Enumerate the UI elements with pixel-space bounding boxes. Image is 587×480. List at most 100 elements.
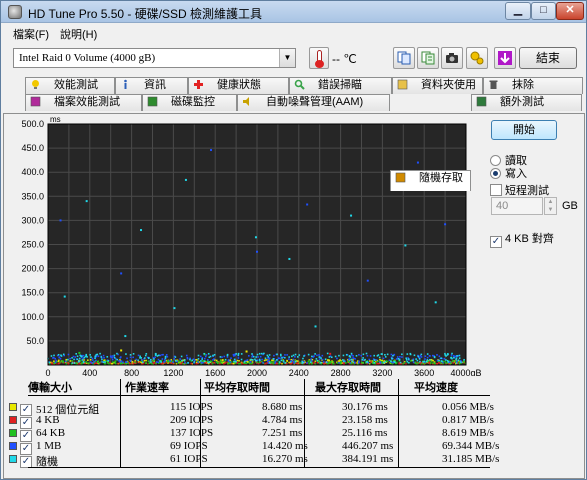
data-point [454,360,457,363]
copy-text-button[interactable] [417,47,439,69]
screenshot-button[interactable] [441,47,463,69]
data-point [381,353,383,355]
align-4kb-checkbox[interactable]: ✓ 4 KB 對齊 [490,230,554,248]
data-point-outlier [256,250,258,253]
data-point [203,360,206,363]
data-point [83,359,85,361]
short-test-check[interactable] [490,184,502,196]
title-bar[interactable]: HD Tune Pro 5.50 - 硬碟/SSD 檢測維護工具 ▁ □ ✕ [1,1,586,23]
data-point [116,358,118,361]
write-radio[interactable]: 寫入 [490,165,527,181]
data-point [436,362,439,365]
data-point [62,353,65,356]
data-point [311,355,313,358]
data-point [58,359,60,362]
exit-button[interactable]: 結束 [519,47,577,69]
data-point [143,357,146,359]
save-button[interactable] [494,47,516,69]
data-point [186,356,189,359]
data-point [240,358,243,361]
tab-magnifier[interactable]: 錯誤掃瞄 [289,77,392,94]
data-point [416,359,419,362]
data-point [266,360,269,362]
data-point [347,360,350,363]
random-access-icon [395,172,406,183]
data-point [358,354,360,356]
data-point [159,354,162,357]
data-point [288,358,290,360]
data-point [233,360,235,363]
data-point [202,361,204,364]
data-point-outlier [184,178,187,181]
data-point [126,357,128,360]
drive-select[interactable]: Intel Raid 0 Volume (4000 gB) ▼ [13,48,296,68]
data-point [111,356,113,359]
data-point [258,352,261,355]
data-point [67,358,69,361]
y-tick-label: 150.0 [21,288,44,298]
x-tick-label: 3600 [414,368,434,376]
data-point [166,355,169,358]
test-size-input[interactable]: 40 [491,197,543,215]
tab-trash[interactable]: 抹除 [483,77,583,94]
data-point-outlier [85,200,88,203]
data-point [342,359,344,361]
data-point [199,355,202,358]
tab-monitor[interactable]: 磁碟監控 [142,94,237,111]
tab-file-bench[interactable]: 檔案效能測試 [25,94,142,111]
data-point [95,359,97,362]
tab-info[interactable]: 資訊 [115,77,188,94]
data-point [407,358,410,360]
tab-bulb[interactable]: 效能測試 [25,77,115,94]
data-point [54,361,57,364]
data-point [89,354,91,356]
data-point [354,358,356,360]
data-point [132,356,135,359]
data-point [406,353,409,355]
data-point [336,357,338,360]
data-point [423,360,426,363]
short-test-checkbox[interactable]: 短程測試 [490,182,549,198]
test-size-spinner[interactable]: ▲ ▼ [544,197,557,215]
menu-file[interactable]: 檔案(F) [13,26,49,42]
minimize-button[interactable]: ▁ [505,2,531,20]
data-point [164,360,166,362]
data-point [399,355,401,358]
start-button[interactable]: 開始 [491,120,557,140]
maximize-button[interactable]: □ [531,2,556,20]
magnifier-icon [294,79,305,90]
data-point [143,359,146,362]
table-header: 傳輸大小 作業速率 平均存取時間 最大存取時間 平均速度 [28,379,490,394]
tab-grid[interactable]: 額外測試 [471,94,582,111]
window-title: HD Tune Pro 5.50 - 硬碟/SSD 檢測維護工具 [28,7,263,21]
row-speed: 31.185 MB/s [442,453,500,465]
data-point [90,356,92,358]
data-point [291,355,293,358]
data-point [446,359,449,362]
tab-health-cross[interactable]: 健康狀態 [188,77,289,94]
data-point [148,362,151,365]
tab-random-access[interactable]: 隨機存取 [390,170,471,191]
table-row: ✓ 4 KB 209 IOPS 4.784 ms 23.158 ms 0.817 MB/s [9,414,494,429]
data-point [412,361,415,364]
data-point [366,354,369,357]
write-radio-dot[interactable] [490,168,501,179]
align-4kb-check[interactable]: ✓ [490,236,502,248]
data-point [137,359,139,362]
data-point-outlier [350,214,353,217]
x-tick-label: 1600 [205,368,225,376]
data-point [419,360,421,363]
tab-speaker[interactable]: 自動噪聲管理(AAM) [237,94,390,111]
thermometer-icon[interactable] [309,47,329,69]
data-point [184,362,186,364]
tab-folder[interactable]: 資料夾使用 [392,77,483,94]
copy-info-button[interactable] [393,47,415,69]
x-tick-label: 2000 [247,368,267,376]
data-point [156,355,159,357]
close-button[interactable]: ✕ [556,2,584,20]
data-point [352,355,354,357]
data-point [272,362,275,365]
options-button[interactable] [466,47,488,69]
data-point [96,353,99,356]
menu-help[interactable]: 說明(H) [60,26,97,42]
